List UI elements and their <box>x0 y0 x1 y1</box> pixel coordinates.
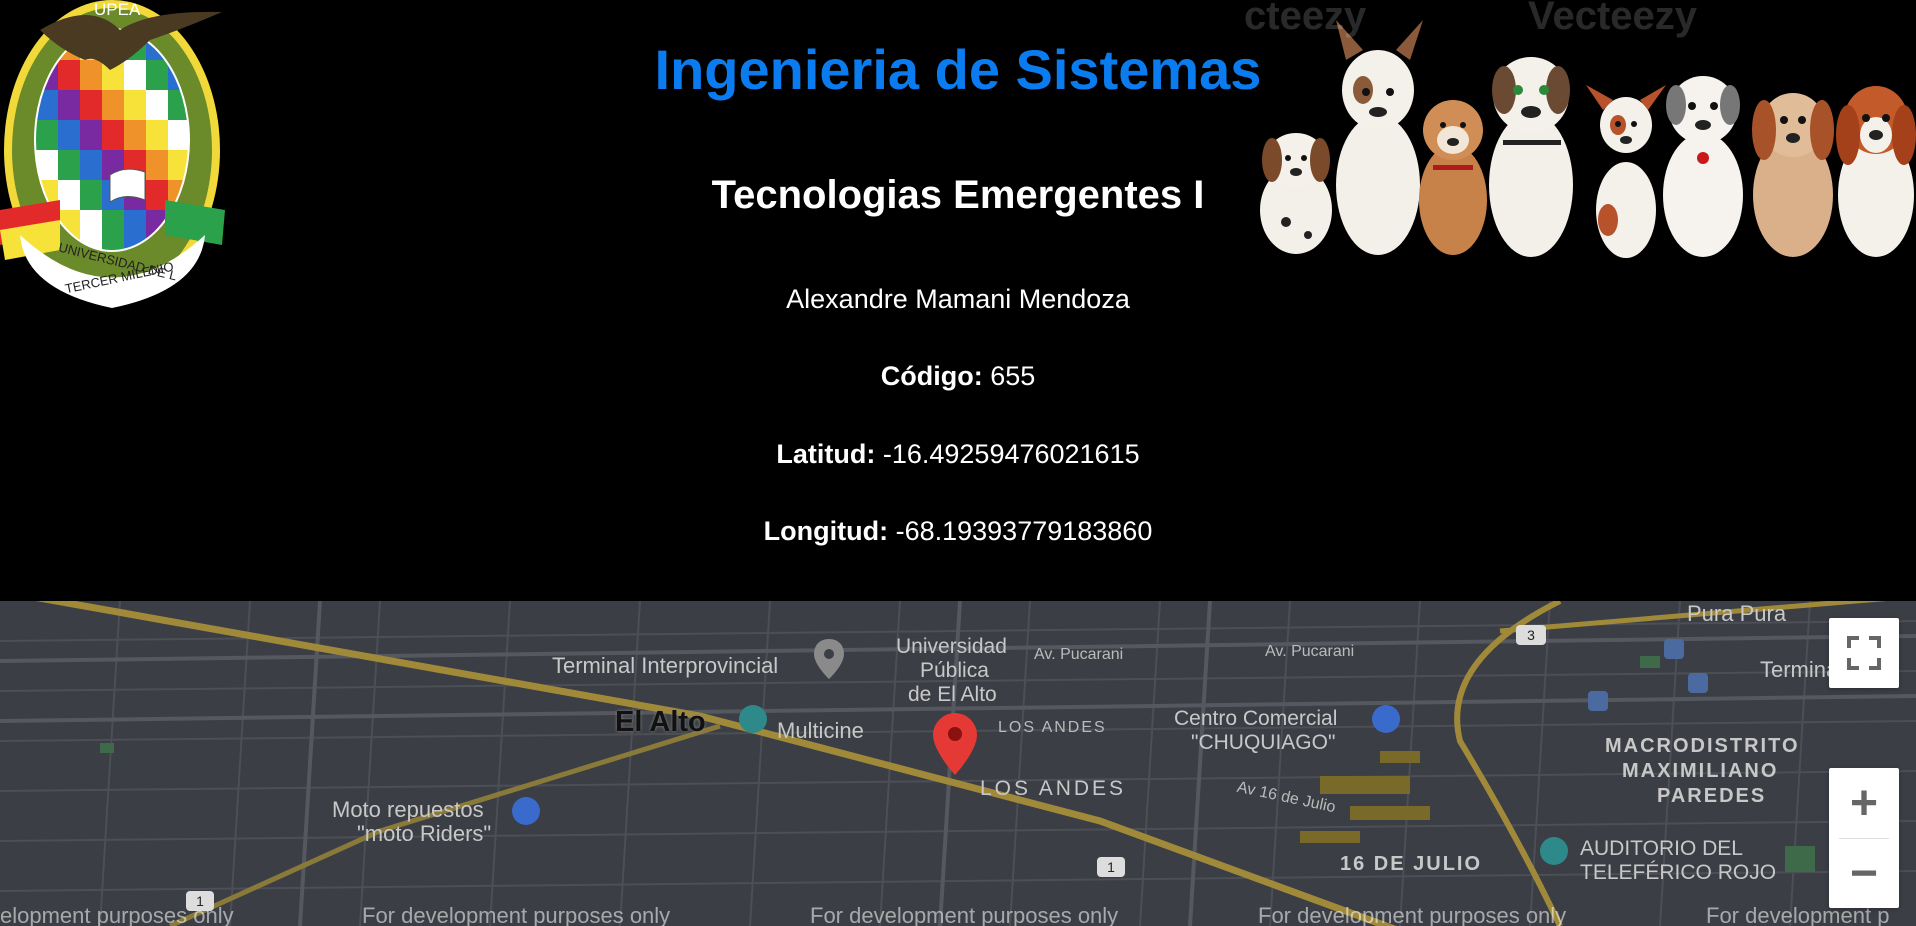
watermark-1: cteezy <box>1244 0 1367 38</box>
dev-notice-4: For development purposes only <box>1258 903 1567 926</box>
watermark-2: Vecteezy <box>1528 0 1698 38</box>
header: UPEA UNIVERSIDAD DE L TERCER MILENIO Ing… <box>0 0 1916 601</box>
map-label-el-alto: El Alto <box>615 706 706 738</box>
map-label-university-1: Universidad <box>896 635 1007 658</box>
map-label-av-pucarani-2: Av. Pucarani <box>1265 643 1355 660</box>
student-name: Alexandre Mamani Mendoza <box>786 284 1130 314</box>
route-shield-1b: 1 <box>1097 857 1125 877</box>
terminal-poi-icon[interactable] <box>814 639 844 679</box>
fullscreen-button[interactable] <box>1829 618 1899 688</box>
latitude-value: -16.49259476021615 <box>882 439 1140 469</box>
centro-comercial-poi-icon[interactable] <box>1372 705 1400 733</box>
code-row: Código: 655 <box>0 360 1916 392</box>
map-label-moto-1: Moto repuestos <box>332 797 484 822</box>
map-label-terminal: Terminal Interprovincial <box>552 653 779 678</box>
map-label-university-2: Pública <box>920 659 989 682</box>
map-label-macro-1: MACRODISTRITO <box>1605 735 1800 757</box>
bus-stop-icon-2[interactable] <box>1588 691 1608 711</box>
map-pin-icon[interactable] <box>933 713 977 775</box>
bus-stop-icon[interactable] <box>1664 639 1684 659</box>
map-label-auditorio-2: TELEFÉRICO ROJO <box>1580 861 1777 884</box>
longitude-label: Longitud: <box>763 516 889 546</box>
route-shield-3: 3 <box>1516 625 1546 645</box>
map-label-moto-2: "moto Riders" <box>357 821 492 846</box>
map-label-macro-2: MAXIMILIANO <box>1622 760 1779 782</box>
dogs-banner: cteezy Vecteezy <box>1244 0 1916 260</box>
code-value: 655 <box>990 361 1036 391</box>
map-label-centro-1: Centro Comercial <box>1174 707 1338 730</box>
map-label-centro-2: "CHUQUIAGO" <box>1191 731 1336 754</box>
zoom-out-button[interactable]: − <box>1829 838 1899 908</box>
auditorio-poi-icon[interactable] <box>1540 837 1568 865</box>
map-label-multicine: Multicine <box>777 718 864 743</box>
latitude-label: Latitud: <box>776 439 876 469</box>
moto-riders-poi-icon[interactable] <box>512 797 540 825</box>
zoom-controls: + − <box>1829 768 1899 908</box>
dev-notice-2: For development purposes only <box>362 903 671 926</box>
latitude-row: Latitud: -16.49259476021615 <box>0 438 1916 470</box>
map-label-terminal-right: Termina <box>1760 657 1839 682</box>
code-label: Código: <box>880 361 983 391</box>
map-label-los-andes: LOS ANDES <box>980 777 1127 800</box>
map-label-pura-pura: Pura Pura <box>1687 601 1787 626</box>
dev-notice-1: elopment purposes only <box>0 903 234 926</box>
map-label-16-de-julio: 16 DE JULIO <box>1340 853 1483 875</box>
map-label-av-pucarani-1: Av. Pucarani <box>1034 646 1124 663</box>
zoom-in-button[interactable]: + <box>1829 768 1899 838</box>
logo-top-text: UPEA <box>94 0 141 19</box>
bus-stop-icon-3[interactable] <box>1688 673 1708 693</box>
longitude-row: Longitud: -68.19393779183860 <box>0 515 1916 547</box>
map-label-los-andes-small: LOS ANDES <box>998 719 1107 736</box>
longitude-value: -68.19393779183860 <box>895 516 1153 546</box>
fullscreen-icon <box>1847 636 1881 670</box>
map-label-macro-3: PAREDES <box>1657 785 1767 807</box>
dev-notice-3: For development purposes only <box>810 903 1119 926</box>
google-map[interactable]: El Alto Terminal Interprovincial Univers… <box>0 601 1916 926</box>
multicine-poi-icon[interactable] <box>739 705 767 733</box>
map-label-university-3: de El Alto <box>908 683 997 706</box>
dogs-illustration-icon <box>1260 20 1916 258</box>
map-label-auditorio-1: AUDITORIO DEL <box>1580 837 1743 860</box>
